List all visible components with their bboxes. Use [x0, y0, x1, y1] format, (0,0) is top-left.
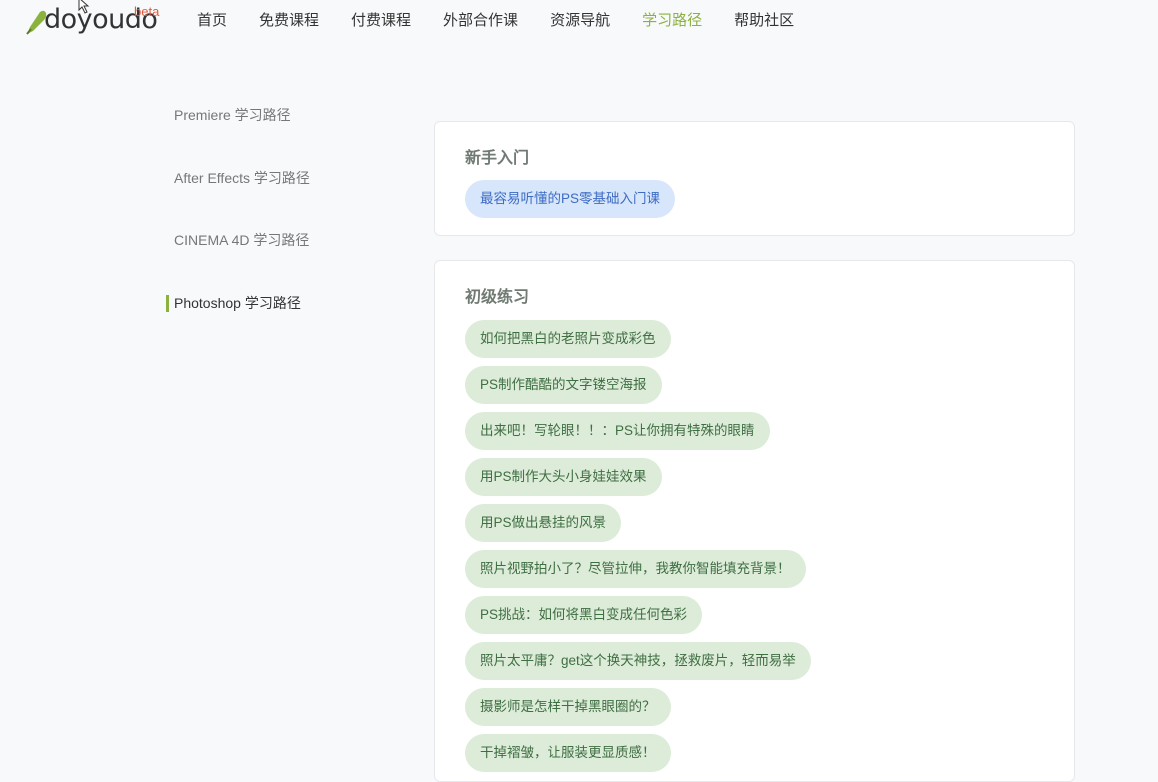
course-tag[interactable]: 干掉褶皱，让服装更显质感！ [465, 734, 671, 772]
course-tag[interactable]: 用PS制作大头小身娃娃效果 [465, 458, 662, 496]
sidebar-item-photoshop[interactable]: Photoshop 学习路径 [166, 290, 386, 316]
course-tag[interactable]: 摄影师是怎样干掉黑眼圈的？ [465, 688, 671, 726]
section-title: 新手入门 [465, 150, 530, 167]
sidebar-item-premiere[interactable]: Premiere 学习路径 [166, 102, 386, 128]
section-title: 初级练习 [465, 289, 530, 306]
main-nav: 首页 免费课程 付费课程 外部合作课 资源导航 学习路径 帮助社区 [197, 10, 826, 32]
nav-item-partner-courses[interactable]: 外部合作课 [443, 10, 518, 32]
course-tag[interactable]: 最容易听懂的PS零基础入门课 [465, 180, 676, 218]
path-sidebar: Premiere 学习路径 After Effects 学习路径 CINEMA … [166, 102, 386, 352]
course-tag[interactable]: PS挑战：如何将黑白变成任何色彩 [465, 596, 703, 634]
course-list: 最容易听懂的PS零基础入门课 [465, 180, 676, 226]
sidebar-item-after-effects[interactable]: After Effects 学习路径 [166, 165, 386, 191]
section-card-elementary: 初级练习 如何把黑白的老照片变成彩色 PS制作酷酷的文字镂空海报 出来吧！写轮眼… [434, 260, 1075, 782]
sidebar-item-cinema4d[interactable]: CINEMA 4D 学习路径 [166, 227, 386, 253]
top-header: doyoudo beta 首页 免费课程 付费课程 外部合作课 资源导航 学习路… [0, 0, 1158, 44]
nav-item-free-courses[interactable]: 免费课程 [259, 10, 319, 32]
nav-item-learning-path[interactable]: 学习路径 [642, 10, 702, 32]
course-tag[interactable]: PS制作酷酷的文字镂空海报 [465, 366, 662, 404]
beta-badge: beta [134, 4, 160, 19]
course-tag[interactable]: 如何把黑白的老照片变成彩色 [465, 320, 671, 358]
course-tag[interactable]: 照片视野拍小了？尽管拉伸，我教你智能填充背景！ [465, 550, 806, 588]
mouse-cursor-icon [78, 0, 90, 14]
nav-item-home[interactable]: 首页 [197, 10, 227, 32]
course-tag[interactable]: 用PS做出悬挂的风景 [465, 504, 622, 542]
nav-item-paid-courses[interactable]: 付费课程 [351, 10, 411, 32]
course-tag[interactable]: 出来吧！写轮眼！！：PS让你拥有特殊的眼睛 [465, 412, 770, 450]
course-list: 如何把黑白的老照片变成彩色 PS制作酷酷的文字镂空海报 出来吧！写轮眼！！：PS… [465, 320, 811, 780]
nav-item-resources[interactable]: 资源导航 [550, 10, 610, 32]
course-tag[interactable]: 照片太平庸？get这个换天神技，拯救废片，轻而易举 [465, 642, 811, 680]
nav-item-help-community[interactable]: 帮助社区 [734, 10, 794, 32]
section-card-beginner: 新手入门 最容易听懂的PS零基础入门课 [434, 121, 1075, 236]
